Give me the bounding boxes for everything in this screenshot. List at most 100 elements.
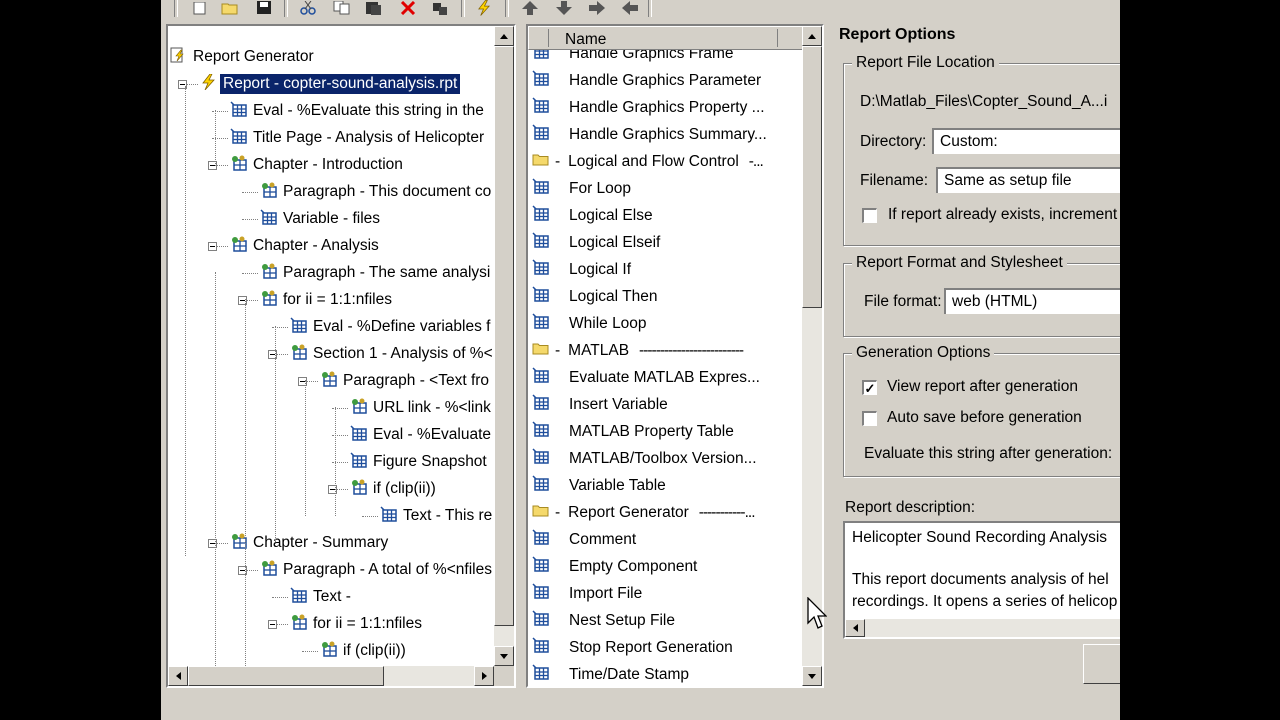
- save-icon[interactable]: [253, 0, 275, 16]
- list-item[interactable]: Logical Elseif: [532, 229, 660, 256]
- new-file-icon[interactable]: [189, 0, 211, 16]
- tree-item[interactable]: Chapter - Introduction: [230, 153, 406, 177]
- tree-item[interactable]: for ii = 1:1:nfiles: [290, 612, 425, 636]
- apply-button[interactable]: [1083, 644, 1120, 684]
- move-down-icon[interactable]: [553, 0, 575, 16]
- tree-horizontal-scrollbar[interactable]: [168, 666, 494, 686]
- collapse-toggle-icon[interactable]: [268, 620, 277, 629]
- directory-select[interactable]: Custom:: [932, 128, 1120, 154]
- tree-vertical-scrollbar[interactable]: [494, 26, 514, 666]
- list-item[interactable]: Insert Variable: [532, 391, 668, 418]
- list-item[interactable]: Comment: [532, 526, 636, 553]
- tree-item[interactable]: Report Generator: [170, 45, 317, 69]
- tree-item-label: Paragraph - The same analysi: [283, 264, 491, 281]
- list-category[interactable]: - Logical and Flow Control -...: [532, 148, 764, 175]
- tree-item-label: Paragraph - This document co: [283, 183, 492, 200]
- scroll-thumb[interactable]: [802, 46, 822, 308]
- scroll-up-button[interactable]: [802, 26, 822, 46]
- tree-item[interactable]: if (clip(ii)): [350, 477, 439, 501]
- list-item[interactable]: Logical Else: [532, 202, 653, 229]
- scroll-down-button[interactable]: [802, 666, 822, 686]
- toolbar: [161, 0, 652, 18]
- tree-item-label: Chapter - Introduction: [253, 156, 403, 173]
- generate-report-icon[interactable]: [473, 0, 495, 16]
- tree-item[interactable]: Section 1 - Analysis of %<: [290, 342, 496, 366]
- panel-title: Report Options: [839, 26, 956, 43]
- scroll-down-button[interactable]: [494, 646, 514, 666]
- tree-item[interactable]: Paragraph - The same analysi: [260, 261, 493, 285]
- paste-icon[interactable]: [363, 0, 385, 16]
- tree-item[interactable]: Text -: [290, 585, 354, 609]
- link-icon[interactable]: [429, 0, 451, 16]
- cut-icon[interactable]: [297, 0, 319, 16]
- tree-item[interactable]: URL link - %<link: [350, 396, 494, 420]
- list-item[interactable]: Handle Graphics Parameter: [532, 67, 761, 94]
- tree-item[interactable]: Report - copter-sound-analysis.rpt: [200, 72, 462, 96]
- auto-save-checkbox[interactable]: [862, 411, 877, 426]
- list-item[interactable]: Handle Graphics Frame: [532, 50, 734, 67]
- list-item[interactable]: Variable Table: [532, 472, 666, 499]
- component-icon: [290, 587, 310, 607]
- list-item[interactable]: Time/Date Stamp: [532, 661, 689, 686]
- tree-item[interactable]: if (clip(ii)): [320, 639, 409, 663]
- file-format-select[interactable]: web (HTML): [944, 288, 1120, 314]
- list-item[interactable]: MATLAB/Toolbox Version...: [532, 445, 757, 472]
- list-vertical-scrollbar[interactable]: [802, 26, 822, 686]
- tree-item[interactable]: for ii = 1:1:nfiles: [260, 288, 395, 312]
- scroll-left-button[interactable]: [168, 666, 188, 686]
- list-item[interactable]: Nest Setup File: [532, 607, 675, 634]
- tree-item[interactable]: Paragraph - A total of %<nfiles: [260, 558, 495, 582]
- list-item[interactable]: MATLAB Property Table: [532, 418, 734, 445]
- list-item[interactable]: Empty Component: [532, 553, 697, 580]
- scroll-right-button[interactable]: [474, 666, 494, 686]
- collapse-toggle-icon[interactable]: [208, 242, 217, 251]
- tree-item[interactable]: Text - This re: [380, 504, 495, 528]
- list-item-label: MATLAB: [568, 341, 630, 359]
- list-item-label: Handle Graphics Summary...: [569, 125, 767, 143]
- copy-icon[interactable]: [331, 0, 353, 16]
- list-item[interactable]: Logical If: [532, 256, 631, 283]
- tree-item[interactable]: Title Page - Analysis of Helicopter: [230, 126, 487, 150]
- tree-item[interactable]: Chapter - Summary: [230, 531, 391, 555]
- filename-select[interactable]: Same as setup file: [936, 167, 1120, 193]
- group-title: Generation Options: [852, 344, 995, 362]
- report-description-textarea[interactable]: Helicopter Sound Recording Analysis This…: [843, 521, 1120, 639]
- scroll-thumb[interactable]: [494, 46, 514, 626]
- tree-item[interactable]: Eval - %Evaluate: [350, 423, 494, 447]
- tree-item[interactable]: Paragraph - This document co: [260, 180, 494, 204]
- list-item[interactable]: While Loop: [532, 310, 647, 337]
- list-item[interactable]: Evaluate MATLAB Expres...: [532, 364, 760, 391]
- increment-checkbox[interactable]: [862, 208, 877, 223]
- move-right-icon[interactable]: [586, 0, 608, 16]
- move-up-icon[interactable]: [519, 0, 541, 16]
- description-horizontal-scrollbar[interactable]: [845, 619, 1120, 637]
- list-item[interactable]: Stop Report Generation: [532, 634, 733, 661]
- scroll-left-button[interactable]: [845, 619, 865, 637]
- list-category[interactable]: - MATLAB -------------------------: [532, 337, 744, 364]
- list-item[interactable]: Logical Then: [532, 283, 657, 310]
- list-item[interactable]: Import File: [532, 580, 642, 607]
- view-report-checkbox[interactable]: [862, 380, 877, 395]
- name-column-header[interactable]: Name: [528, 26, 802, 50]
- delete-icon[interactable]: [397, 0, 419, 16]
- list-item[interactable]: For Loop: [532, 175, 631, 202]
- report-outline-tree[interactable]: Report Generator Report - copter-sound-an…: [166, 24, 516, 688]
- tree-item[interactable]: Variable - files: [260, 207, 383, 231]
- tree-item[interactable]: Eval - %Evaluate this string in the: [230, 99, 487, 123]
- tree-item[interactable]: Eval - %Define variables f: [290, 315, 493, 339]
- tree-item[interactable]: Paragraph - <Text fro: [320, 369, 492, 393]
- tree-item[interactable]: Figure Snapshot: [350, 450, 490, 474]
- list-category[interactable]: - Report Generator -----------...: [532, 499, 755, 526]
- list-item[interactable]: Handle Graphics Summary...: [532, 121, 767, 148]
- list-item[interactable]: Handle Graphics Property ...: [532, 94, 765, 121]
- group-component-icon: [260, 560, 280, 580]
- component-list[interactable]: Name Handle Graphics Frame Handle Graphic…: [526, 24, 824, 688]
- scroll-thumb[interactable]: [188, 666, 384, 686]
- component-icon: [350, 452, 370, 472]
- scroll-up-button[interactable]: [494, 26, 514, 46]
- open-folder-icon[interactable]: [219, 0, 241, 16]
- tree-item[interactable]: Chapter - Analysis: [230, 234, 382, 258]
- tree-item-label: if (clip(ii)): [373, 480, 436, 497]
- group-component-icon: [260, 182, 280, 202]
- move-left-icon[interactable]: [619, 0, 641, 16]
